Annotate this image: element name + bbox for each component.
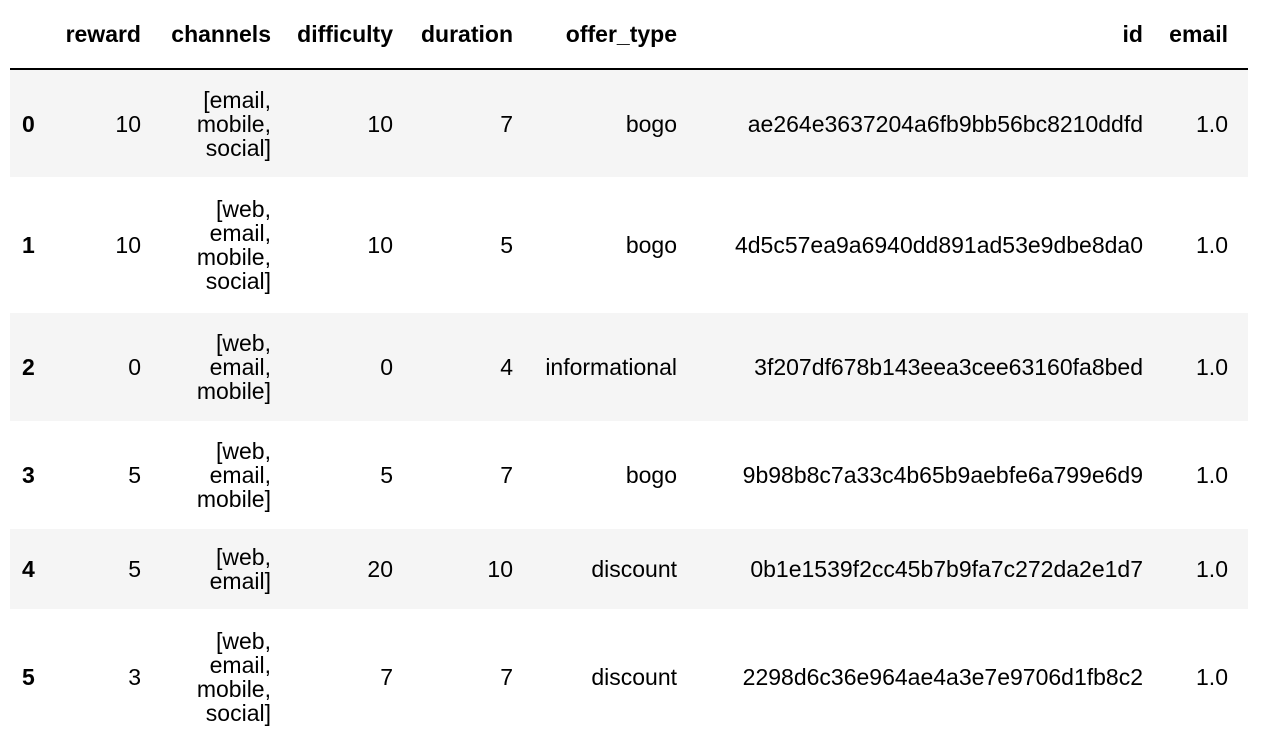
cell-email: 1.0 — [1196, 232, 1228, 258]
cell-reward: 5 — [128, 462, 141, 488]
cell-id: ae264e3637204a6fb9bb56bc8210ddfd — [747, 110, 1143, 137]
row-index-cell: 5 — [22, 664, 35, 690]
column-header-duration: duration — [405, 0, 525, 70]
row-index-cell: 4 — [22, 556, 35, 582]
cell-web-truncated — [1240, 177, 1248, 313]
cell-duration: 10 — [487, 556, 513, 582]
cell-offer-type: bogo — [625, 110, 677, 137]
table-row: 2 0 [web, email, mobile] 0 4 informational 3f207… — [10, 313, 1248, 421]
cell-difficulty: 7 — [380, 664, 393, 690]
channel-line: mobile, — [196, 244, 271, 270]
cell-id: 2298d6c36e964ae4a3e7e9706d1fb8c2 — [742, 664, 1143, 690]
column-header-difficulty: difficulty — [283, 0, 405, 70]
cell-difficulty: 20 — [367, 556, 393, 582]
cell-email: 1.0 — [1196, 110, 1228, 137]
column-header-index — [10, 0, 50, 70]
cell-offer-type: discount — [591, 556, 677, 582]
channel-line: [web, — [216, 544, 271, 570]
channel-line: [web, — [216, 330, 271, 356]
table-row: 5 3 [web, email, mobile, social] 7 7 discount 229… — [10, 609, 1248, 745]
cell-channels: [web, email, mobile] — [153, 313, 283, 421]
table-row: 0 10 [email, mobile, social] 10 7 bogo ae264e363… — [10, 69, 1248, 177]
channel-line: email, — [209, 354, 271, 380]
cell-reward: 3 — [128, 664, 141, 690]
cell-channels: [email, mobile, social] — [153, 69, 283, 177]
channel-line: [email, — [203, 86, 271, 113]
row-index-cell: 2 — [22, 354, 35, 380]
table-row: 4 5 [web, email] 20 10 discount 0b1e1539f2cc45b… — [10, 529, 1248, 609]
cell-id: 9b98b8c7a33c4b65b9aebfe6a799e6d9 — [742, 462, 1143, 488]
cell-id: 3f207df678b143eea3cee63160fa8bed — [754, 354, 1143, 380]
cell-offer-type: informational — [545, 354, 677, 380]
cell-duration: 7 — [500, 664, 513, 690]
channel-line: mobile] — [196, 486, 271, 512]
channel-line: social] — [205, 700, 271, 726]
cell-web-truncated — [1240, 69, 1248, 177]
cell-difficulty: 10 — [367, 110, 393, 137]
column-header-id: id — [689, 0, 1155, 70]
table-row: 3 5 [web, email, mobile] 5 7 bogo 9b98b8c7a33c4b… — [10, 421, 1248, 529]
channel-line: mobile, — [196, 110, 271, 137]
header-row: reward channels difficulty duration offe… — [10, 0, 1248, 70]
cell-difficulty: 10 — [367, 232, 393, 258]
cell-reward: 10 — [115, 232, 141, 258]
table-body: 0 10 [email, mobile, social] 10 7 bogo ae264e363… — [10, 69, 1248, 745]
column-header-reward: reward — [50, 0, 153, 70]
column-header-web-truncated: w — [1240, 0, 1248, 70]
column-header-email: email — [1155, 0, 1240, 70]
row-index-cell: 1 — [22, 232, 35, 258]
channel-line: mobile] — [196, 378, 271, 404]
cell-reward: 0 — [128, 354, 141, 380]
channel-line: social] — [205, 268, 271, 294]
cell-web-truncated — [1240, 529, 1248, 609]
cell-web-truncated — [1240, 313, 1248, 421]
channel-line: email, — [209, 462, 271, 488]
cell-difficulty: 0 — [380, 354, 393, 380]
dataframe-table: reward channels difficulty duration offe… — [10, 0, 1248, 745]
row-index-cell: 0 — [22, 110, 35, 137]
cell-offer-type: bogo — [625, 232, 677, 258]
cell-email: 1.0 — [1196, 462, 1228, 488]
channel-line: social] — [205, 134, 271, 161]
channel-line: mobile, — [196, 676, 271, 702]
cell-web-truncated — [1240, 609, 1248, 745]
channel-line: email, — [209, 652, 271, 678]
dataframe-output: reward channels difficulty duration offe… — [10, 0, 1248, 746]
cell-reward: 10 — [115, 110, 141, 137]
cell-reward: 5 — [128, 556, 141, 582]
cell-channels: [web, email, mobile] — [153, 421, 283, 529]
cell-duration: 4 — [500, 354, 513, 380]
cell-duration: 5 — [500, 232, 513, 258]
cell-web-truncated — [1240, 421, 1248, 529]
cell-email: 1.0 — [1196, 354, 1228, 380]
channel-line: email] — [209, 568, 271, 594]
channel-line: [web, — [216, 438, 271, 464]
cell-id: 0b1e1539f2cc45b7b9fa7c272da2e1d7 — [750, 556, 1143, 582]
row-index-cell: 3 — [22, 462, 35, 488]
cell-channels: [web, email, mobile, social] — [153, 177, 283, 313]
channel-line: [web, — [216, 196, 271, 222]
cell-email: 1.0 — [1196, 664, 1228, 690]
cell-channels: [web, email, mobile, social] — [153, 609, 283, 745]
cell-offer-type: discount — [591, 664, 677, 690]
cell-channels: [web, email] — [153, 529, 283, 609]
cell-email: 1.0 — [1196, 556, 1228, 582]
channel-line: email, — [209, 220, 271, 246]
table-row: 1 10 [web, email, mobile, social] 10 5 bogo 4d5c5… — [10, 177, 1248, 313]
cell-duration: 7 — [500, 462, 513, 488]
column-header-offer-type: offer_type — [525, 0, 689, 70]
column-header-channels: channels — [153, 0, 283, 70]
cell-offer-type: bogo — [625, 462, 677, 488]
cell-id: 4d5c57ea9a6940dd891ad53e9dbe8da0 — [734, 232, 1143, 258]
cell-difficulty: 5 — [380, 462, 393, 488]
cell-duration: 7 — [500, 110, 513, 137]
channel-line: [web, — [216, 628, 271, 654]
